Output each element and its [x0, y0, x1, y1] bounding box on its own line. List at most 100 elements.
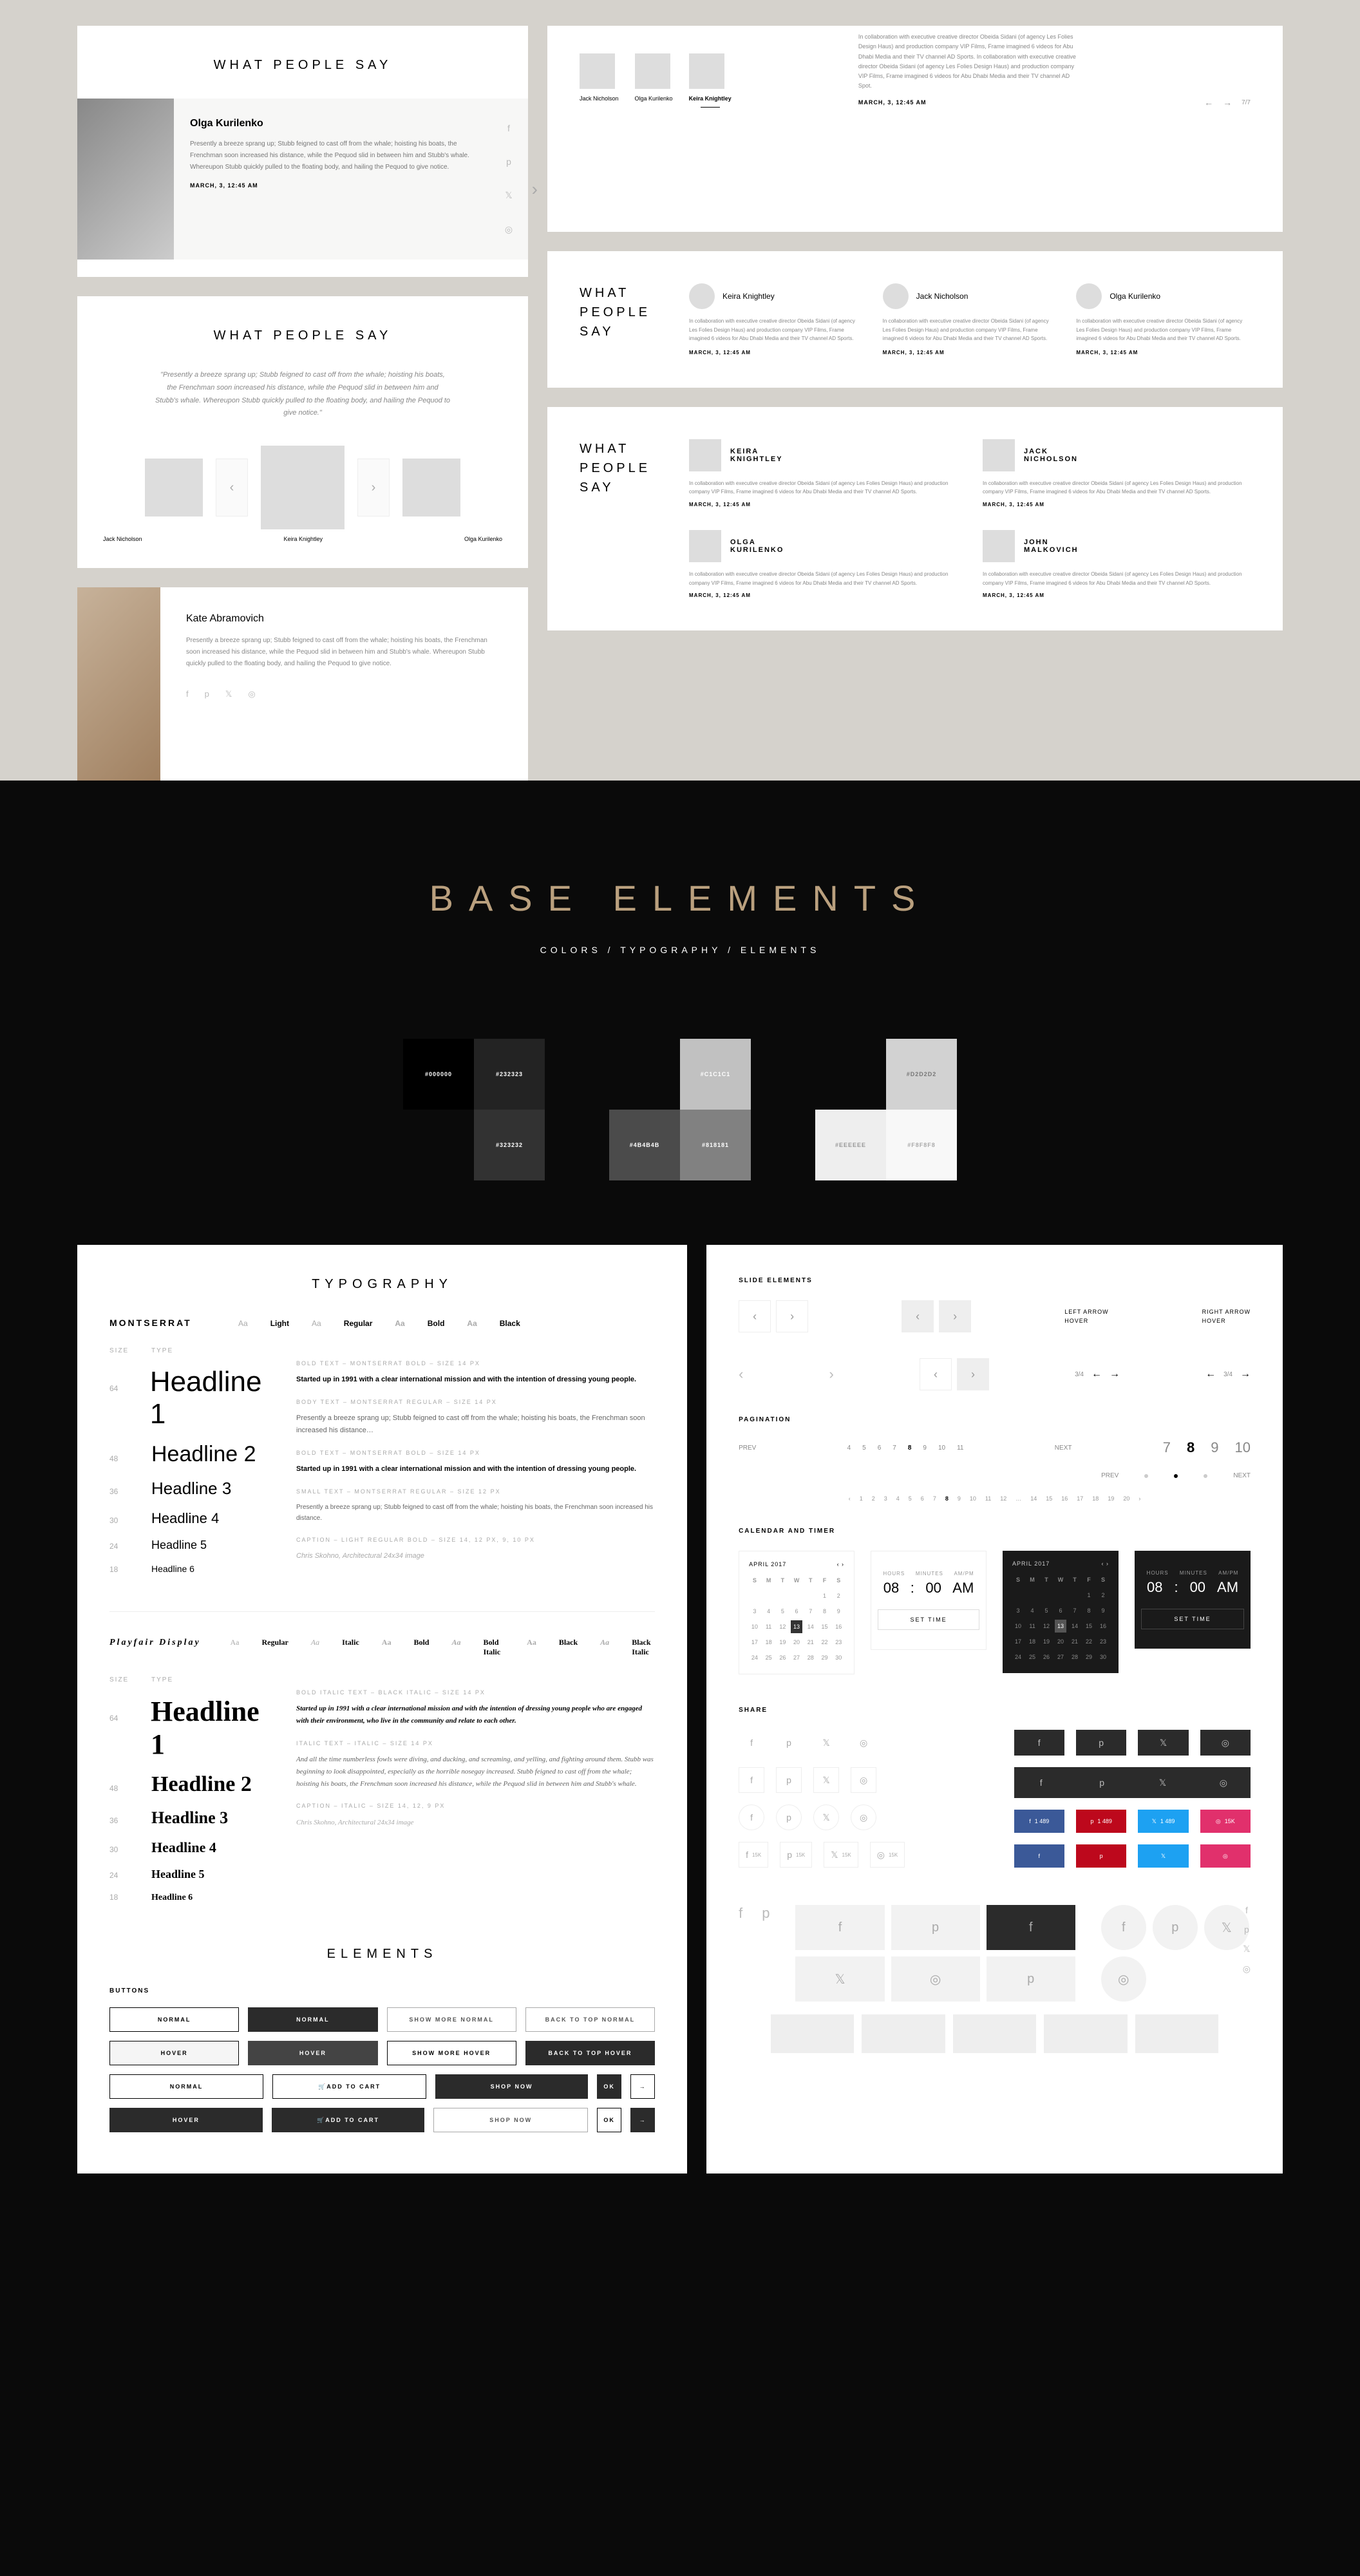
facebook-icon[interactable]: f	[739, 1905, 742, 1922]
button-shop[interactable]: SHOP NOW	[435, 2074, 588, 2099]
avatar-active[interactable]	[261, 446, 345, 529]
avatar[interactable]	[145, 459, 203, 516]
instagram-icon[interactable]: ◎	[248, 689, 255, 699]
button-outline[interactable]: NORMAL	[109, 2007, 239, 2032]
facebook-icon[interactable]: f	[1101, 1905, 1146, 1950]
button-outline[interactable]: NORMAL	[109, 2074, 263, 2099]
calendar-dark[interactable]: APRIL 2017‹ › SMTWTFS1234567891011121314…	[1003, 1551, 1119, 1673]
button-outline[interactable]: SHOW MORE NORMAL	[387, 2007, 516, 2032]
page-num[interactable]: 6	[878, 1444, 882, 1452]
prev-arrow-icon[interactable]: ←	[1204, 97, 1213, 108]
prev-arrow-icon[interactable]: ‹	[739, 1300, 771, 1332]
facebook-icon[interactable]: f	[186, 689, 189, 699]
pinterest-share[interactable]: p15K	[780, 1842, 812, 1868]
next-arrow-icon[interactable]: →	[1223, 97, 1232, 108]
avatar[interactable]	[402, 459, 460, 516]
button-arrow[interactable]: →	[630, 2108, 655, 2132]
next-arrow-icon[interactable]: ›	[357, 459, 390, 516]
next-link[interactable]: NEXT	[1055, 1444, 1072, 1452]
pinterest-icon[interactable]: p	[1076, 1730, 1126, 1756]
thumbnail[interactable]	[862, 2014, 945, 2053]
prev-arrow-icon[interactable]: ‹	[739, 1366, 743, 1383]
facebook-button[interactable]: f	[1014, 1844, 1064, 1868]
button-dark-hover[interactable]: HOVER	[248, 2041, 377, 2065]
facebook-icon[interactable]: f	[739, 1804, 764, 1830]
instagram-icon[interactable]: ◎	[505, 224, 513, 235]
instagram-icon[interactable]: ◎	[851, 1804, 876, 1830]
facebook-icon[interactable]: f	[1014, 1730, 1064, 1756]
pinterest-icon[interactable]: p	[776, 1804, 802, 1830]
page-num[interactable]: 7	[892, 1444, 896, 1452]
page-num[interactable]: 10	[1235, 1439, 1251, 1456]
twitter-icon[interactable]: 𝕏	[813, 1804, 839, 1830]
page-num[interactable]: 10	[938, 1444, 945, 1452]
timer-light[interactable]: HOURSMINUTESAM/PM 08:00AM SET TIME	[871, 1551, 987, 1650]
facebook-icon[interactable]: f	[1245, 1905, 1248, 1915]
button-dark[interactable]: BACK TO TOP HOVER	[525, 2041, 655, 2065]
instagram-icon[interactable]: ◎	[891, 1956, 980, 2002]
instagram-icon[interactable]: ◎	[851, 1767, 876, 1793]
twitter-icon[interactable]: 𝕏	[1138, 1770, 1187, 1795]
thumbnail[interactable]	[1044, 2014, 1127, 2053]
page-num[interactable]: 9	[923, 1444, 927, 1452]
facebook-icon[interactable]: f	[1017, 1770, 1066, 1795]
button-add-cart[interactable]: 🛒 ADD TO CART	[272, 2074, 426, 2099]
next-arrow-icon[interactable]: ›	[776, 1300, 808, 1332]
prev-arrow-icon[interactable]: ←	[1091, 1368, 1102, 1380]
facebook-icon[interactable]: f	[795, 1905, 884, 1950]
facebook-button[interactable]: f 1 489	[1014, 1810, 1064, 1833]
pinterest-icon[interactable]: p	[1077, 1770, 1126, 1795]
pinterest-icon[interactable]: p	[776, 1730, 802, 1756]
button-hover[interactable]: HOVER	[109, 2041, 239, 2065]
next-arrow-icon[interactable]: ›	[939, 1300, 971, 1332]
button-ok[interactable]: OK	[597, 2108, 621, 2132]
instagram-share[interactable]: ◎15K	[870, 1842, 905, 1868]
prev-arrow-icon[interactable]: ‹	[920, 1358, 952, 1390]
pinterest-icon[interactable]: p	[891, 1905, 980, 1950]
pinterest-icon[interactable]: p	[205, 689, 209, 699]
prev-arrow-icon[interactable]: ‹	[849, 1495, 851, 1502]
page-num-active[interactable]: 8	[908, 1444, 912, 1452]
prev-arrow-icon[interactable]: ‹	[216, 459, 248, 516]
twitter-icon[interactable]: 𝕏	[813, 1730, 839, 1756]
person-tab-active[interactable]: Keira Knightley	[689, 53, 732, 108]
button-dark[interactable]: HOVER	[109, 2108, 263, 2132]
page-num[interactable]: 5	[862, 1444, 866, 1452]
page-num[interactable]: 11	[957, 1444, 963, 1452]
instagram-icon[interactable]: ◎	[851, 1730, 876, 1756]
button-shop[interactable]: SHOP NOW	[433, 2108, 588, 2132]
calendar-light[interactable]: APRIL 2017‹ › SMTWTFS1234567891011121314…	[739, 1551, 855, 1674]
page-num[interactable]: 4	[847, 1444, 851, 1452]
twitter-icon[interactable]: 𝕏	[1243, 1944, 1250, 1955]
timer-dark[interactable]: HOURSMINUTESAM/PM 08:00AM SET TIME	[1135, 1551, 1251, 1649]
pinterest-icon[interactable]: p	[1153, 1905, 1198, 1950]
next-arrow-icon[interactable]: ›	[532, 179, 538, 200]
next-arrow-icon[interactable]: ›	[957, 1358, 989, 1390]
thumbnail[interactable]	[953, 2014, 1036, 2053]
person-tab[interactable]: Jack Nicholson	[580, 53, 619, 108]
facebook-icon[interactable]: f	[987, 1905, 1075, 1950]
twitter-icon[interactable]: 𝕏	[1138, 1730, 1188, 1756]
page-num-active[interactable]: 8	[1187, 1439, 1195, 1456]
button-outline[interactable]: BACK TO TOP NORMAL	[525, 2007, 655, 2032]
next-arrow-icon[interactable]: →	[1110, 1368, 1120, 1380]
pinterest-icon[interactable]: p	[506, 156, 511, 167]
prev-arrow-icon[interactable]: ‹	[902, 1300, 934, 1332]
next-arrow-icon[interactable]: ›	[829, 1366, 834, 1383]
pinterest-button[interactable]: p 1 489	[1076, 1810, 1126, 1833]
thumbnail[interactable]	[1135, 2014, 1218, 2053]
next-link[interactable]: NEXT	[1233, 1472, 1251, 1479]
pinterest-icon[interactable]: p	[987, 1956, 1075, 2002]
prev-arrow-icon[interactable]: ←	[1205, 1368, 1216, 1380]
twitter-icon[interactable]: 𝕏	[795, 1956, 884, 2002]
instagram-button[interactable]: ◎	[1200, 1844, 1251, 1868]
facebook-icon[interactable]: f	[507, 123, 510, 133]
twitter-icon[interactable]: 𝕏	[225, 689, 232, 699]
next-arrow-icon[interactable]: ›	[1138, 1495, 1140, 1502]
next-arrow-icon[interactable]: →	[1240, 1368, 1251, 1380]
set-time-button[interactable]: SET TIME	[878, 1609, 979, 1630]
thumbnail[interactable]	[771, 2014, 854, 2053]
instagram-icon[interactable]: ◎	[1200, 1730, 1251, 1756]
person-tab[interactable]: Olga Kurilenko	[635, 53, 673, 108]
pinterest-icon[interactable]: p	[762, 1905, 770, 1922]
